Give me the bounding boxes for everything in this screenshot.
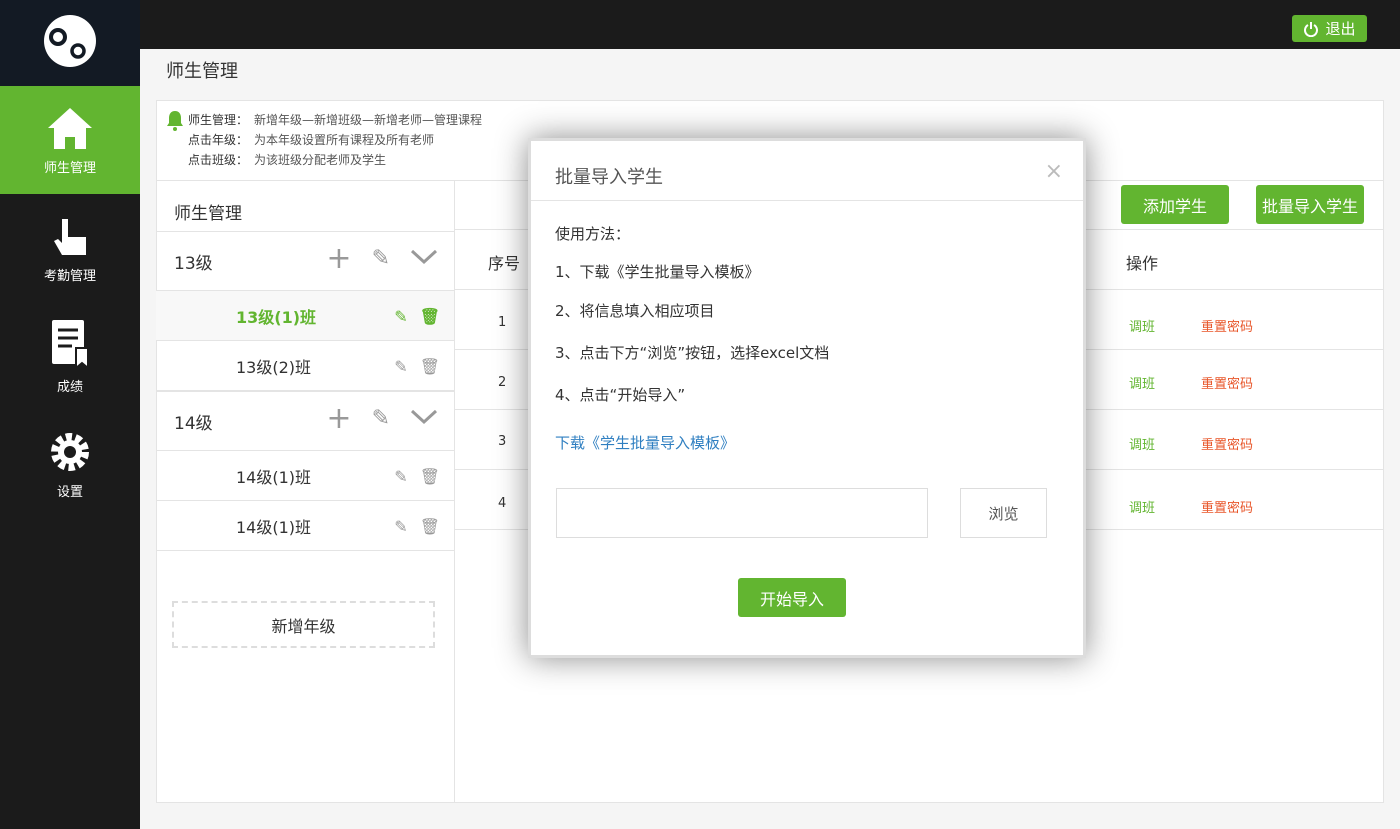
trash-icon[interactable]: 🗑 <box>420 307 440 326</box>
move-class-link[interactable]: 调班 <box>1129 373 1155 392</box>
logo <box>0 0 140 86</box>
pencil-icon[interactable]: ✎ <box>394 357 407 376</box>
grade-name: 13级 <box>174 253 213 274</box>
sidebar-item-label: 成绩 <box>56 379 83 395</box>
row-no: 1 <box>498 315 507 330</box>
class-name: 14级(1)班 <box>236 467 312 487</box>
class-item[interactable]: 13级(2)班 ✎ 🗑 <box>156 341 454 391</box>
document-icon <box>52 319 89 370</box>
grade-list: 师生管理 13级 + ✎ 13级(1)班 ✎ 🗑 13级(2)班 ✎ 🗑 14级 + ✎ 1… <box>156 180 455 803</box>
notice-key: 点击年级： <box>187 133 248 147</box>
file-path-input[interactable] <box>556 488 928 538</box>
sidebar-item-settings[interactable]: 设置 <box>0 410 140 518</box>
plus-icon[interactable]: + <box>326 404 351 434</box>
pencil-icon[interactable]: ✎ <box>372 246 390 272</box>
trash-icon[interactable]: 🗑 <box>420 357 440 376</box>
reset-password-link[interactable]: 重置密码 <box>1201 497 1253 516</box>
plus-icon[interactable]: + <box>326 244 351 274</box>
step-text: 4、点击“开始导入” <box>555 386 686 404</box>
pencil-icon[interactable]: ✎ <box>372 406 390 432</box>
logo-icon <box>44 15 96 67</box>
row-no: 2 <box>498 375 507 390</box>
class-name: 14级(1)班 <box>236 517 312 537</box>
reset-password-link[interactable]: 重置密码 <box>1201 373 1253 392</box>
home-icon <box>48 107 92 149</box>
sidebar-item-label: 设置 <box>56 484 83 500</box>
gear-icon <box>51 432 89 471</box>
step-text: 3、点击下方“浏览”按钮，选择excel文档 <box>555 344 830 362</box>
grade-list-title: 师生管理 <box>174 204 242 224</box>
step-text: 2、将信息填入相应项目 <box>555 302 715 320</box>
trash-icon[interactable]: 🗑 <box>420 467 440 486</box>
chevron-down-icon[interactable] <box>410 406 438 432</box>
reset-password-link[interactable]: 重置密码 <box>1201 316 1253 335</box>
class-name: 13级(1)班 <box>236 307 317 327</box>
batch-import-button[interactable]: 批量导入学生 <box>1256 185 1364 224</box>
page-title: 师生管理 <box>166 61 238 82</box>
bell-icon <box>167 111 183 131</box>
pencil-icon[interactable]: ✎ <box>394 467 407 486</box>
header-no: 序号 <box>488 254 521 273</box>
dialog-title: 批量导入学生 <box>555 167 663 188</box>
logout-label: 退出 <box>1325 20 1356 38</box>
notice-value: 为本年级设置所有课程及所有老师 <box>254 133 435 147</box>
pencil-icon[interactable]: ✎ <box>394 517 407 536</box>
sidebar-item-label: 师生管理 <box>43 160 96 176</box>
move-class-link[interactable]: 调班 <box>1129 497 1155 516</box>
grade-name: 14级 <box>174 413 213 434</box>
class-name: 13级(2)班 <box>236 357 312 377</box>
row-no: 4 <box>498 496 507 511</box>
sidebar-item-attendance[interactable]: 考勤管理 <box>0 194 140 302</box>
move-class-link[interactable]: 调班 <box>1129 316 1155 335</box>
browse-button[interactable]: 浏览 <box>960 488 1047 538</box>
header-op: 操作 <box>1126 254 1159 273</box>
usage-label: 使用方法： <box>555 225 631 243</box>
row-no: 3 <box>498 434 507 449</box>
notice: 师生管理： 新增年级—新增班级—新增老师—管理课程 点击年级： 为本年级设置所有课程… <box>166 110 482 170</box>
trash-icon[interactable]: 🗑 <box>420 517 440 536</box>
add-student-button[interactable]: 添加学生 <box>1121 185 1229 224</box>
add-grade-button[interactable]: 新增年级 <box>172 601 435 648</box>
grade-item[interactable]: 13级 + ✎ <box>156 231 454 291</box>
class-item[interactable]: 13级(1)班 ✎ 🗑 <box>156 291 454 341</box>
class-item[interactable]: 14级(1)班 ✎ 🗑 <box>156 451 454 501</box>
sidebar: 师生管理 考勤管理 成绩 设置 <box>0 0 140 829</box>
dialog-header: 批量导入学生 × <box>531 141 1083 201</box>
start-import-button[interactable]: 开始导入 <box>738 578 846 617</box>
close-icon[interactable]: × <box>1045 159 1063 184</box>
batch-import-dialog: 批量导入学生 × 使用方法： 1、下载《学生批量导入模板》 2、将信息填入相应项目… <box>528 138 1086 658</box>
download-template-link[interactable]: 下载《学生批量导入模板》 <box>555 432 735 453</box>
top-bar <box>140 0 1400 49</box>
class-item[interactable]: 14级(1)班 ✎ 🗑 <box>156 501 454 551</box>
move-class-link[interactable]: 调班 <box>1129 434 1155 453</box>
power-icon <box>1304 21 1319 37</box>
grade-item[interactable]: 14级 + ✎ <box>156 391 454 451</box>
reset-password-link[interactable]: 重置密码 <box>1201 434 1253 453</box>
step-text: 1、下载《学生批量导入模板》 <box>555 263 760 281</box>
hand-pointer-icon <box>54 218 86 255</box>
sidebar-item-grades[interactable]: 成绩 <box>0 302 140 410</box>
chevron-down-icon[interactable] <box>410 246 438 272</box>
sidebar-item-label: 考勤管理 <box>43 268 96 284</box>
notice-value: 新增年级—新增班级—新增老师—管理课程 <box>254 113 483 127</box>
pencil-icon[interactable]: ✎ <box>394 307 407 326</box>
notice-value: 为该班级分配老师及学生 <box>254 153 387 167</box>
notice-key: 点击班级： <box>187 153 248 167</box>
logout-button[interactable]: 退出 <box>1292 15 1367 42</box>
sidebar-item-teacher-student[interactable]: 师生管理 <box>0 86 140 194</box>
